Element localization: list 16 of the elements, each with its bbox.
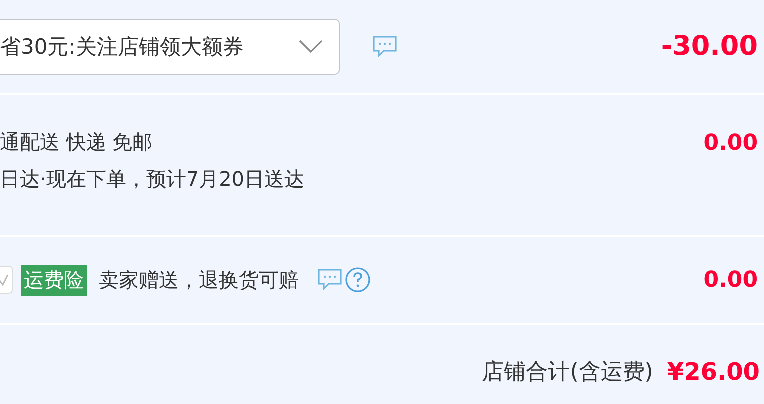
check-icon <box>0 273 8 287</box>
checkbox[interactable] <box>0 266 13 294</box>
coupon-dropdown[interactable]: 省30元:关注店铺领大额券 <box>0 18 340 74</box>
total-amount: ¥26.00 <box>667 358 760 386</box>
delivery-text: 通配送 快递 免邮 <box>0 129 154 156</box>
shipping-amount: 0.00 <box>704 131 758 156</box>
insurance-text: 卖家赠送，退换货可赔 <box>99 266 299 294</box>
chat-icon[interactable] <box>317 268 343 292</box>
discount-amount: -30.00 <box>661 31 758 62</box>
delivery-text: 日达·现在下单，预计7月20日送达 <box>0 166 305 193</box>
total-label: 店铺合计(含运费) <box>482 358 654 386</box>
chevron-down-icon <box>299 40 323 54</box>
insurance-tag: 运费险 <box>21 264 87 296</box>
insurance-amount: 0.00 <box>704 268 758 292</box>
help-icon[interactable] <box>345 267 371 293</box>
chat-icon[interactable] <box>372 34 398 58</box>
